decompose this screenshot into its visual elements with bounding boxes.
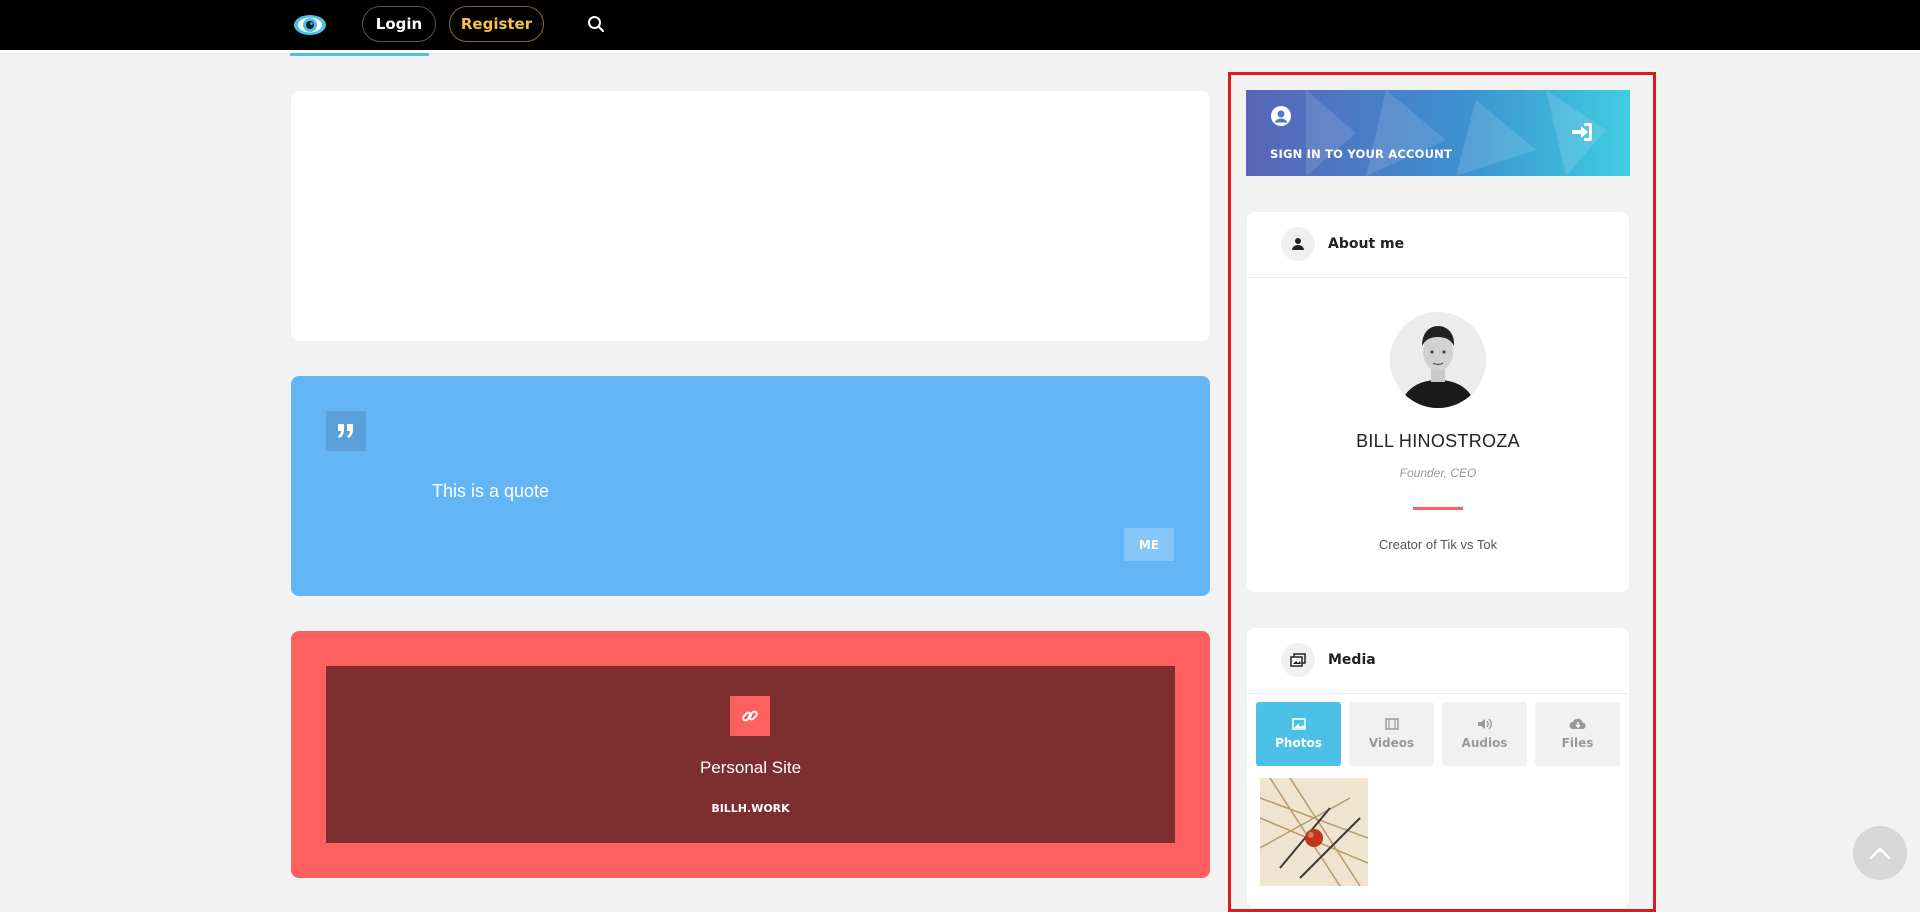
about-me-title: About me: [1328, 236, 1405, 252]
media-widget: Media Photos Videos Audios Files: [1247, 628, 1629, 908]
media-tab-photos[interactable]: Photos: [1256, 702, 1341, 766]
quote-icon: [326, 411, 366, 451]
link-icon: [730, 696, 770, 736]
sign-in-label: SIGN IN TO YOUR ACCOUNT: [1270, 147, 1453, 161]
media-header: Media: [1247, 628, 1629, 694]
profile-bio: Creator of Tik vs Tok: [1378, 537, 1498, 552]
link-url[interactable]: BILLH.WORK: [326, 802, 1175, 815]
speaker-icon: [1477, 718, 1492, 730]
user-icon: [1281, 227, 1315, 261]
media-tab-label: Audios: [1461, 736, 1508, 750]
login-button[interactable]: Login: [362, 6, 436, 42]
media-icon: [1281, 643, 1315, 677]
link-post-card: Personal Site BILLH.WORK: [291, 631, 1210, 878]
search-icon[interactable]: [587, 15, 605, 33]
sign-in-arrow-icon[interactable]: [1570, 120, 1594, 144]
sign-in-banner[interactable]: SIGN IN TO YOUR ACCOUNT: [1246, 90, 1630, 176]
media-tab-videos[interactable]: Videos: [1349, 702, 1434, 766]
link-post-body[interactable]: Personal Site BILLH.WORK: [326, 666, 1175, 843]
about-me-widget: About me BILL HINOSTROZA Founder, CEO Cr…: [1247, 212, 1629, 592]
media-tab-label: Photos: [1275, 736, 1322, 750]
quote-post-card: This is a quote ME: [291, 376, 1210, 596]
media-tab-label: Videos: [1368, 736, 1415, 750]
active-tab-indicator: [290, 53, 429, 56]
film-icon: [1384, 718, 1399, 730]
about-me-header: About me: [1247, 212, 1629, 278]
cloud-download-icon: [1569, 718, 1586, 729]
user-circle-icon: [1271, 106, 1291, 126]
link-title: Personal Site: [699, 758, 802, 777]
top-navbar: Login Register: [0, 0, 1920, 50]
chevron-up-icon: [1869, 847, 1891, 860]
image-icon: [1291, 718, 1306, 730]
quote-author-badge: ME: [1124, 528, 1174, 561]
media-photo-thumbnail[interactable]: [1260, 778, 1368, 886]
scroll-to-top-button[interactable]: [1853, 826, 1907, 880]
avatar: [1390, 312, 1486, 408]
media-tab-audios[interactable]: Audios: [1442, 702, 1527, 766]
quote-text: This is a quote: [432, 481, 550, 501]
media-tab-files[interactable]: Files: [1535, 702, 1620, 766]
profile-role: Founder, CEO: [1399, 466, 1477, 480]
empty-post-card: [291, 91, 1210, 341]
header-divider: [0, 50, 1920, 53]
profile-name: BILL HINOSTROZA: [1356, 431, 1520, 451]
eye-logo-icon[interactable]: [292, 11, 328, 39]
media-title: Media: [1328, 652, 1376, 668]
media-tab-label: Files: [1561, 736, 1594, 750]
profile-divider: [1413, 507, 1463, 510]
register-button[interactable]: Register: [449, 6, 544, 42]
